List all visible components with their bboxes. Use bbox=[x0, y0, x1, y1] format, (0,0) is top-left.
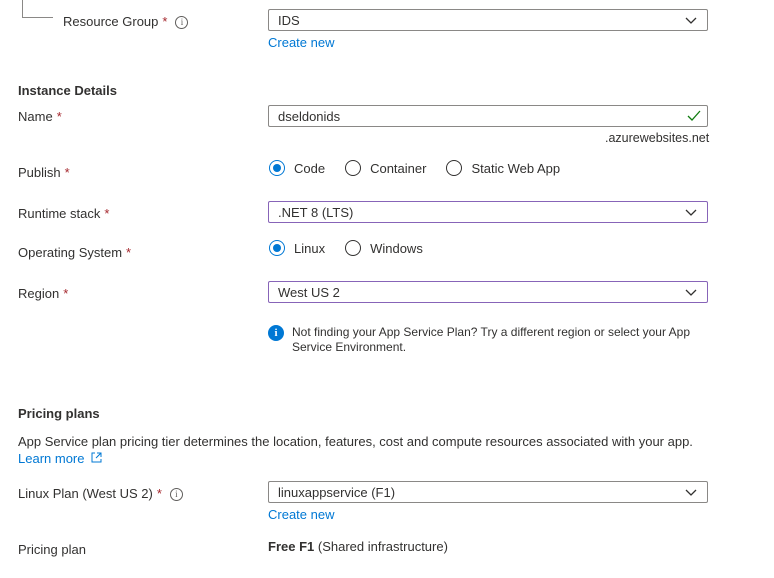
os-windows-label: Windows bbox=[370, 240, 423, 256]
resource-group-value: IDS bbox=[278, 13, 300, 28]
domain-suffix: .azurewebsites.net bbox=[605, 131, 710, 145]
chevron-down-icon bbox=[685, 289, 697, 296]
region-dropdown[interactable]: West US 2 bbox=[268, 281, 708, 303]
name-label: Name * bbox=[18, 109, 62, 124]
linux-plan-value: linuxappservice (F1) bbox=[278, 485, 396, 500]
publish-label-text: Publish bbox=[18, 165, 61, 180]
publish-code-radio[interactable] bbox=[269, 160, 285, 176]
os-radio-group: Linux Windows bbox=[269, 240, 443, 256]
runtime-stack-dropdown[interactable]: .NET 8 (LTS) bbox=[268, 201, 708, 223]
os-linux-label: Linux bbox=[294, 240, 326, 256]
create-new-plan-link[interactable]: Create new bbox=[268, 507, 334, 522]
operating-system-label-text: Operating System bbox=[18, 245, 123, 260]
create-new-resource-group-link[interactable]: Create new bbox=[268, 35, 334, 50]
chevron-down-icon bbox=[685, 17, 697, 24]
chevron-down-icon bbox=[685, 489, 697, 496]
linux-plan-dropdown[interactable]: linuxappservice (F1) bbox=[268, 481, 708, 503]
chevron-down-icon bbox=[685, 209, 697, 216]
operating-system-label: Operating System * bbox=[18, 245, 131, 260]
info-icon[interactable]: i bbox=[169, 488, 183, 502]
external-link-icon bbox=[91, 452, 102, 463]
required-marker: * bbox=[63, 286, 69, 301]
name-label-text: Name bbox=[18, 109, 53, 124]
pricing-plans-title: Pricing plans bbox=[18, 406, 100, 421]
region-value: West US 2 bbox=[278, 285, 340, 300]
tree-connector bbox=[22, 0, 53, 18]
publish-static-web-app-label: Static Web App bbox=[471, 160, 561, 176]
region-info-text: Not finding your App Service Plan? Try a… bbox=[292, 325, 691, 354]
pricing-plan-label: Pricing plan bbox=[18, 542, 86, 557]
linux-plan-label: Linux Plan (West US 2) * i bbox=[18, 486, 183, 502]
required-marker: * bbox=[56, 109, 62, 124]
info-icon: i bbox=[268, 325, 284, 341]
info-icon[interactable]: i bbox=[175, 16, 189, 30]
runtime-stack-label-text: Runtime stack bbox=[18, 206, 101, 221]
resource-group-label: Resource Group * i bbox=[63, 14, 189, 30]
publish-code-label: Code bbox=[294, 160, 326, 176]
publish-label: Publish * bbox=[18, 165, 70, 180]
os-windows-radio[interactable] bbox=[345, 240, 362, 256]
learn-more-text: Learn more bbox=[18, 451, 85, 466]
linux-plan-label-text: Linux Plan (West US 2) bbox=[18, 486, 153, 501]
pricing-plan-value: Free F1 (Shared infrastructure) bbox=[268, 539, 448, 554]
runtime-stack-label: Runtime stack * bbox=[18, 206, 109, 221]
region-label: Region * bbox=[18, 286, 68, 301]
publish-radio-group: Code Container Static Web App bbox=[269, 160, 580, 176]
required-marker: * bbox=[162, 14, 168, 29]
name-value: dseldonids bbox=[278, 109, 341, 124]
resource-group-dropdown[interactable]: IDS bbox=[268, 9, 708, 31]
pricing-plan-detail: (Shared infrastructure) bbox=[317, 539, 448, 554]
publish-container-radio[interactable] bbox=[345, 160, 362, 176]
required-marker: * bbox=[126, 245, 132, 260]
learn-more-link[interactable]: Learn more bbox=[18, 451, 102, 466]
required-marker: * bbox=[64, 165, 70, 180]
instance-details-title: Instance Details bbox=[18, 83, 117, 98]
required-marker: * bbox=[156, 486, 162, 501]
pricing-plan-name: Free F1 bbox=[268, 539, 315, 554]
checkmark-icon bbox=[687, 110, 701, 121]
region-label-text: Region bbox=[18, 286, 60, 301]
publish-static-web-app-radio[interactable] bbox=[446, 160, 463, 176]
name-input[interactable]: dseldonids bbox=[268, 105, 708, 127]
required-marker: * bbox=[104, 206, 110, 221]
pricing-description: App Service plan pricing tier determines… bbox=[18, 434, 693, 449]
os-linux-radio[interactable] bbox=[269, 240, 285, 256]
resource-group-label-text: Resource Group bbox=[63, 14, 159, 29]
runtime-stack-value: .NET 8 (LTS) bbox=[278, 205, 354, 220]
publish-container-label: Container bbox=[370, 160, 427, 176]
region-info-message: i Not finding your App Service Plan? Try… bbox=[268, 325, 702, 355]
